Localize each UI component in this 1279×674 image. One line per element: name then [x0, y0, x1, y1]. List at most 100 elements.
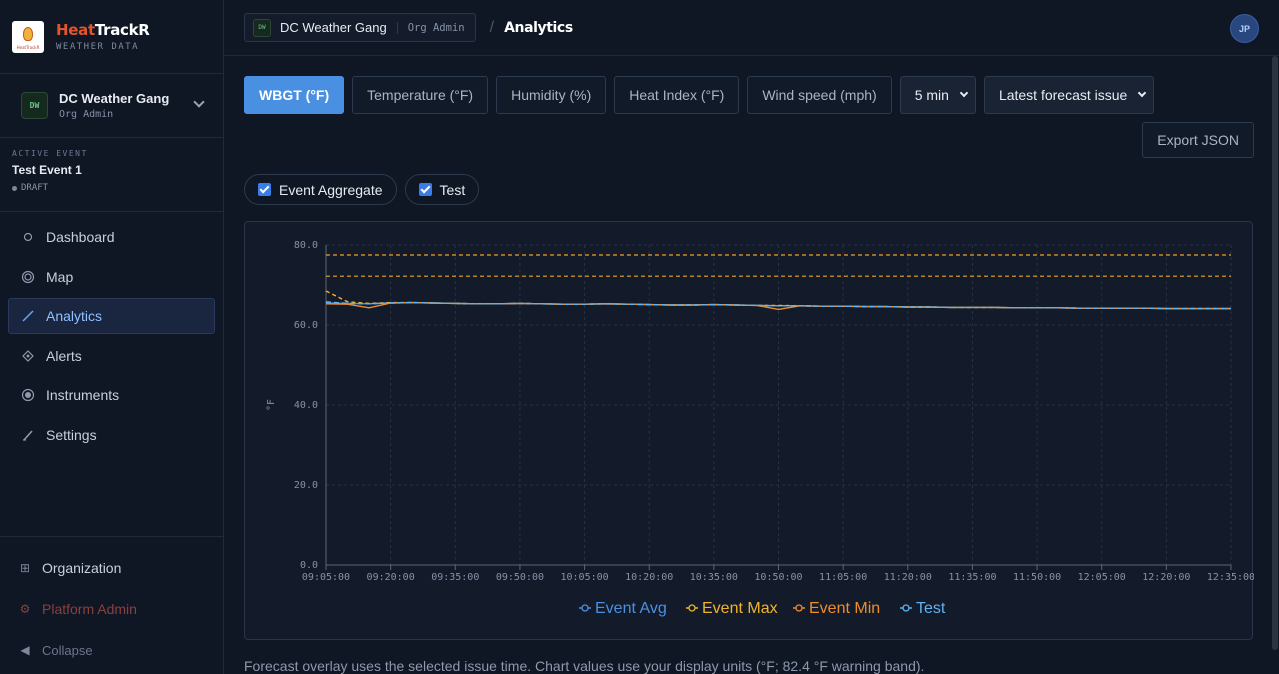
sidebar-item-label: Settings [46, 426, 97, 443]
chevron-down-icon[interactable] [193, 96, 205, 108]
metric-tab-heat-index[interactable]: Heat Index (°F) [614, 76, 740, 114]
brand-logo: HeatTrackR [12, 20, 44, 53]
sidebar-item-label: Alerts [46, 347, 82, 364]
sidebar-item-instruments[interactable]: Instruments [8, 377, 215, 413]
brand[interactable]: HeatTrackR HeatTrackR WEATHER DATA [0, 0, 223, 74]
logo-text: HeatTrackR [16, 44, 40, 50]
legend-event-max: Event Max [702, 600, 778, 617]
org-role: Org Admin [59, 109, 114, 120]
sidebar-item-map[interactable]: Map [8, 259, 215, 295]
analytics-content: WBGT (°F) Temperature (°F) Humidity (%) … [244, 76, 1254, 640]
y-tick-label: 80.0 [294, 240, 318, 251]
org-badge: DW [21, 92, 48, 119]
org-badge: DW [253, 18, 271, 37]
x-tick-label: 12:35:00 [1207, 572, 1254, 583]
y-tick-label: 0.0 [300, 560, 318, 571]
sidebar-item-platform-admin[interactable]: ⚙ Platform Admin [0, 590, 223, 628]
sidebar-item-alerts[interactable]: Alerts [8, 338, 215, 374]
metric-toolbar: WBGT (°F) Temperature (°F) Humidity (%) … [244, 76, 1254, 114]
legend-marker-dot [795, 604, 803, 612]
dashboard-icon [19, 232, 37, 242]
y-tick-label: 40.0 [294, 400, 318, 411]
x-tick-label: 09:05:00 [302, 572, 350, 583]
x-tick-label: 12:05:00 [1078, 572, 1126, 583]
x-tick-label: 10:20:00 [625, 572, 673, 583]
x-tick-label: 10:05:00 [560, 572, 608, 583]
avatar[interactable]: JP [1230, 14, 1259, 43]
gear-icon: ⚙ [19, 602, 31, 616]
divider [396, 21, 398, 34]
legend-test: Test [916, 600, 946, 617]
active-event-name: Test Event 1 [12, 163, 82, 177]
sidebar-item-settings[interactable]: Settings [8, 417, 215, 453]
sidebar-item-label: Platform Admin [42, 601, 137, 617]
x-tick-label: 12:20:00 [1142, 572, 1190, 583]
chevron-down-icon [1138, 88, 1147, 98]
settings-icon [19, 429, 37, 441]
scrollbar[interactable] [1271, 56, 1279, 650]
org-switcher[interactable]: DW DC Weather Gang Org Admin [0, 74, 223, 138]
y-tick-label: 60.0 [294, 320, 318, 331]
brand-name: HeatTrackR [56, 21, 150, 39]
wbgt-chart[interactable]: 0.0 20.0 40.0 60.0 80.0 09:05:00 09:20:00 09:35… [245, 222, 1254, 641]
y-axis-label: °F [266, 399, 277, 411]
toggle-label: Test [439, 181, 466, 198]
x-tick-label: 11:35:00 [948, 572, 996, 583]
legend-event-avg: Event Avg [595, 600, 667, 617]
sidebar-item-label: Instruments [46, 387, 120, 403]
sidebar-item-analytics[interactable]: Analytics [8, 298, 215, 334]
breadcrumb-org-role: Org Admin [407, 21, 465, 34]
scrollbar-thumb[interactable] [1272, 56, 1278, 650]
sidebar-item-label: Analytics [46, 308, 103, 324]
metric-tab-wind-speed[interactable]: Wind speed (mph) [747, 76, 892, 114]
toggle-label: Event Aggregate [279, 181, 383, 198]
collapse-label: Collapse [42, 642, 93, 658]
interval-select-value: 5 min [914, 87, 949, 103]
event-status-badge: DRAFT [12, 183, 211, 193]
forecast-select[interactable]: Latest forecast issue [983, 76, 1155, 114]
chart-card: 0.0 20.0 40.0 60.0 80.0 09:05:00 09:20:00 09:35… [244, 221, 1254, 641]
status-dot-icon [12, 185, 17, 191]
x-tick-label: 09:20:00 [367, 572, 415, 583]
sidebar-bottom: ⊞ Organization ⚙ Platform Admin ◀ Collap… [0, 536, 223, 674]
chart-footnote: Forecast overlay uses the selected issue… [244, 658, 925, 674]
brand-subtitle: WEATHER DATA [56, 42, 140, 52]
checkbox-checked-icon[interactable] [418, 183, 432, 196]
y-tick-label: 20.0 [294, 480, 318, 491]
export-json-button[interactable]: Export JSON [1142, 122, 1254, 158]
sidebar-item-label: Organization [42, 560, 122, 576]
page-title: Analytics [504, 19, 573, 36]
active-event: ACTIVE EVENT Test Event 1 DRAFT [0, 138, 223, 212]
alerts-icon [19, 349, 37, 362]
grid-icon: ⊞ [19, 561, 31, 575]
legend-marker-dot [581, 604, 589, 612]
x-tick-label: 11:20:00 [884, 572, 932, 583]
sidebar-nav: Dashboard Map Analytics Alerts Instrumen… [0, 212, 223, 453]
metric-tab-humidity[interactable]: Humidity (%) [496, 76, 607, 114]
legend-event-min: Event Min [809, 600, 880, 617]
collapse-button[interactable]: ◀ Collapse [0, 631, 223, 669]
toggle-event-aggregate[interactable]: Event Aggregate [244, 174, 397, 205]
flame-icon [23, 26, 33, 41]
legend-marker-dot [688, 604, 696, 612]
sidebar-item-organization[interactable]: ⊞ Organization [0, 549, 223, 587]
x-tick-label: 11:50:00 [1013, 572, 1061, 583]
series-toggles: Event Aggregate Test [244, 174, 1254, 205]
metric-tab-temperature[interactable]: Temperature (°F) [352, 76, 489, 114]
interval-select[interactable]: 5 min [899, 76, 976, 114]
x-tick-label: 10:35:00 [690, 572, 738, 583]
x-tick-label: 11:05:00 [819, 572, 867, 583]
sidebar-item-dashboard[interactable]: Dashboard [8, 219, 215, 255]
breadcrumb-org[interactable]: DW DC Weather Gang Org Admin [244, 13, 476, 42]
sidebar-item-label: Dashboard [46, 229, 115, 245]
legend-marker-dot [902, 604, 910, 612]
x-tick-label: 10:50:00 [754, 572, 802, 583]
sidebar: HeatTrackR HeatTrackR WEATHER DATA DW DC… [0, 0, 224, 674]
map-icon [19, 270, 37, 284]
checkbox-checked-icon[interactable] [258, 183, 271, 196]
active-event-label: ACTIVE EVENT [12, 149, 88, 158]
instruments-icon [19, 388, 37, 402]
toggle-test[interactable]: Test [404, 174, 480, 205]
metric-tab-wbgt[interactable]: WBGT (°F) [244, 76, 345, 114]
analytics-icon [19, 309, 37, 323]
